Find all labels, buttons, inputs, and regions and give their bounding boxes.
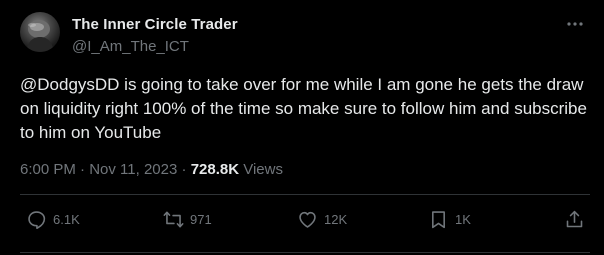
meta-separator: · [75,161,90,178]
tweet-time[interactable]: 6:00 PM [20,161,76,178]
views-count: 728.8K [190,161,240,178]
divider [20,194,590,195]
tweet-card: The Inner Circle Trader @I_Am_The_ICT @D… [0,0,604,255]
divider [20,252,590,253]
avatar-image [26,20,54,52]
bookmark-icon [432,210,445,228]
reply-icon [28,210,46,229]
author-name[interactable]: The Inner Circle Trader [72,16,238,33]
meta-separator: · [177,161,191,178]
author-avatar[interactable] [20,12,60,52]
tweet-meta: 6:00 PM · Nov 11, 2023 · 728.8K Views [20,161,283,178]
reply-count: 6.1K [53,211,80,227]
bookmark-count: 1K [455,211,471,227]
bookmark-button[interactable]: 1K [428,208,471,230]
retweet-button[interactable]: 971 [163,208,212,230]
share-button[interactable] [564,208,585,230]
share-icon [566,210,583,227]
tweet-text: @DodgysDD is going to take over for me w… [20,73,590,145]
retweet-icon [163,211,184,227]
heart-icon [299,211,316,228]
mention-link[interactable]: @DodgysDD [20,75,119,94]
more-dots-icon [567,22,583,26]
author-handle[interactable]: @I_Am_The_ICT [72,38,189,55]
more-options-button[interactable] [560,14,590,34]
like-button[interactable]: 12K [297,208,347,230]
reply-button[interactable]: 6.1K [26,208,80,230]
views-label: Views [239,161,283,178]
retweet-count: 971 [190,211,212,227]
tweet-date[interactable]: Nov 11, 2023 [89,161,177,178]
like-count: 12K [324,211,348,227]
